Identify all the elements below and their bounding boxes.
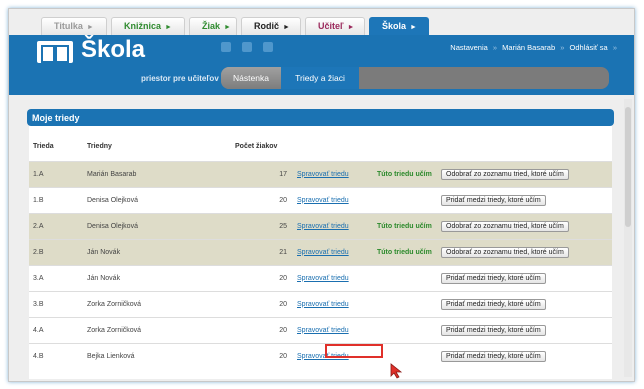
classes-panel: Moje triedy Trieda Triedny Počet žiakov …: [27, 109, 614, 379]
main-content: Moje triedy Trieda Triedny Počet žiakov …: [9, 95, 634, 381]
subtab-nastenka[interactable]: Nástenka: [221, 67, 281, 89]
tab-arrow-icon: ►: [224, 24, 231, 31]
add-class-button[interactable]: Pridať medzi triedy, ktoré učím: [441, 272, 546, 284]
subtab-triedy-a-ziaci[interactable]: Triedy a žiaci: [281, 67, 359, 89]
table-body: 1.A Marián Basarab 17 Spravovať triedu Túto …: [29, 160, 612, 369]
settings-link[interactable]: Nastavenia: [450, 43, 488, 52]
table-row: 3.A Ján Novák 20 Spravovať triedu Pridať med…: [29, 264, 612, 291]
table-row: 2.A Denisa Olejková 25 Spravovať triedu Túto…: [29, 212, 612, 239]
remove-class-button[interactable]: Odobrať zo zoznamu tried, ktoré učím: [441, 246, 569, 258]
classes-table: Trieda Triedny Počet žiakov 1.A Marián Ba…: [29, 143, 612, 369]
manage-class-link[interactable]: Spravovať triedu: [297, 275, 349, 282]
browser-frame: Titulka ► Knižnica ► Žiak ► Rodič ► Učiteľ ► …: [8, 8, 635, 382]
add-class-button[interactable]: Pridať medzi triedy, ktoré učím: [441, 194, 546, 206]
tab-ucitel[interactable]: Učiteľ ►: [305, 17, 365, 35]
tab-titulka[interactable]: Titulka ►: [41, 17, 107, 35]
logout-link[interactable]: Odhlásiť sa: [569, 43, 607, 52]
twitter-icon[interactable]: [242, 42, 252, 52]
cell-class: 1.B: [29, 186, 87, 213]
sub-navigation: Nástenka Triedy a žiaci: [221, 67, 609, 89]
chevron-right-icon: »: [612, 43, 617, 52]
top-tabs: Titulka ► Knižnica ► Žiak ► Rodič ► Učiteľ ► …: [9, 9, 634, 35]
col-header-teacher: Triedny: [87, 143, 112, 150]
tab-arrow-icon: ►: [165, 24, 172, 31]
facebook-icon[interactable]: [221, 42, 231, 52]
tab-arrow-icon: ►: [410, 24, 417, 31]
cell-count: 17: [197, 160, 297, 187]
tab-ziak[interactable]: Žiak ►: [189, 17, 237, 35]
cell-count: 20: [197, 316, 297, 343]
manage-class-link[interactable]: Spravovať triedu: [297, 223, 349, 230]
cell-count: 21: [197, 238, 297, 265]
cell-class: 2.B: [29, 238, 87, 265]
chevron-right-icon: »: [492, 43, 498, 52]
cell-teacher: Zorka Zorničková: [87, 316, 197, 343]
tab-skola[interactable]: Škola ►: [369, 17, 429, 35]
table-row: 4.B Bejka Lienková 20 Spravovať triedu Prida…: [29, 342, 612, 369]
tab-arrow-icon: ►: [283, 24, 290, 31]
table-row: 1.B Denisa Olejková 20 Spravovať triedu Prid…: [29, 186, 612, 213]
teaching-status: Túto triedu učím: [377, 170, 432, 178]
tab-arrow-icon: ►: [347, 24, 355, 31]
tab-kniznica[interactable]: Knižnica ►: [111, 17, 185, 35]
table-row: 4.A Zorka Zorničková 20 Spravovať triedu Pri…: [29, 316, 612, 343]
manage-class-link[interactable]: Spravovať triedu: [297, 301, 349, 308]
col-header-count: Počet žiakov: [235, 143, 278, 150]
chevron-right-icon: »: [560, 43, 565, 52]
cell-class: 1.A: [29, 160, 87, 187]
logo-title[interactable]: Škola: [81, 36, 145, 64]
cell-count: 20: [197, 342, 297, 369]
add-class-button[interactable]: Pridať medzi triedy, ktoré učím: [441, 324, 546, 336]
cell-count: 20: [197, 290, 297, 317]
scrollbar-thumb[interactable]: [625, 107, 631, 227]
cell-count: 25: [197, 212, 297, 239]
teaching-status: Túto triedu učím: [377, 222, 432, 230]
tab-arrow-icon: ►: [86, 24, 94, 31]
col-header-class: Trieda: [33, 143, 54, 150]
book-logo-icon: [37, 41, 73, 63]
remove-class-button[interactable]: Odobrať zo zoznamu tried, ktoré učím: [441, 168, 569, 180]
table-row: 1.A Marián Basarab 17 Spravovať triedu Túto …: [29, 160, 612, 187]
share-icon[interactable]: [263, 42, 273, 52]
cell-class: 3.A: [29, 264, 87, 291]
cell-teacher: Zorka Zorničková: [87, 290, 197, 317]
cell-count: 20: [197, 186, 297, 213]
teaching-status: Túto triedu učím: [377, 248, 432, 256]
user-name-link[interactable]: Marián Basarab: [502, 43, 555, 52]
cell-teacher: Bejka Lienková: [87, 342, 197, 369]
cell-teacher: Denisa Olejková: [87, 186, 197, 213]
manage-class-link[interactable]: Spravovať triedu: [297, 171, 349, 178]
panel-title: Moje triedy: [27, 109, 614, 126]
cell-teacher: Marián Basarab: [87, 160, 197, 187]
cell-count: 20: [197, 264, 297, 291]
cell-class: 3.B: [29, 290, 87, 317]
table-header-row: Trieda Triedny Počet žiakov: [29, 143, 612, 161]
mouse-pointer-icon: [390, 363, 403, 379]
add-class-button[interactable]: Pridať medzi triedy, ktoré učím: [441, 298, 546, 310]
highlight-marker: [325, 344, 383, 358]
manage-class-link[interactable]: Spravovať triedu: [297, 197, 349, 204]
manage-class-link[interactable]: Spravovať triedu: [297, 249, 349, 256]
user-nav: Nastavenia » Marián Basarab » Odhlásiť s…: [450, 43, 620, 52]
site-header: Škola priestor pre učiteľov školy Nastav…: [9, 35, 634, 95]
manage-class-link[interactable]: Spravovať triedu: [297, 327, 349, 334]
cell-teacher: Ján Novák: [87, 238, 197, 265]
cell-class: 2.A: [29, 212, 87, 239]
tab-rodic[interactable]: Rodič ►: [241, 17, 301, 35]
table-row: 2.B Ján Novák 21 Spravovať triedu Túto tried…: [29, 238, 612, 265]
cell-teacher: Ján Novák: [87, 264, 197, 291]
add-class-button[interactable]: Pridať medzi triedy, ktoré učím: [441, 350, 546, 362]
cell-teacher: Denisa Olejková: [87, 212, 197, 239]
vertical-scrollbar[interactable]: [624, 99, 632, 377]
cell-class: 4.B: [29, 342, 87, 369]
cell-class: 4.A: [29, 316, 87, 343]
table-row: 3.B Zorka Zorničková 20 Spravovať triedu Pri…: [29, 290, 612, 317]
remove-class-button[interactable]: Odobrať zo zoznamu tried, ktoré učím: [441, 220, 569, 232]
